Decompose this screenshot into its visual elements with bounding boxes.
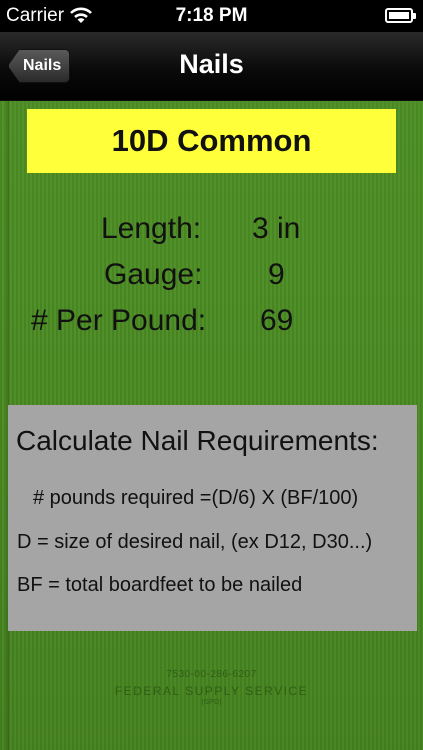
per-pound-value: 69	[260, 304, 294, 337]
battery-icon	[385, 8, 416, 23]
stock-number: 7530-00-286-6207	[166, 669, 257, 680]
formula-line: # pounds required =(D/6) X (BF/100)	[33, 487, 359, 509]
bf-definition-line: BF = total boardfeet to be nailed	[17, 574, 303, 596]
agency-name: FEDERAL SUPPLY SERVICE	[114, 684, 309, 698]
d-definition-line: D = size of desired nail, (ex D12, D30..…	[17, 531, 373, 553]
navigation-bar: Nails Nails	[0, 32, 423, 101]
status-time: 7:18 PM	[175, 5, 248, 26]
nail-name-banner: 10D Common	[27, 109, 396, 173]
status-bar: Carrier 7:18 PM	[0, 0, 423, 32]
calculation-panel: Calculate Nail Requirements: # pounds re…	[8, 405, 417, 631]
page-title: Nails	[179, 49, 244, 79]
calculation-title: Calculate Nail Requirements:	[16, 425, 379, 456]
length-value: 3 in	[252, 212, 301, 245]
per-pound-label: # Per Pound:	[31, 304, 207, 337]
gauge-label: Gauge:	[104, 258, 203, 291]
gpo-mark: (GPO)	[201, 699, 222, 706]
gauge-value: 9	[268, 258, 285, 291]
length-label: Length:	[101, 212, 202, 245]
